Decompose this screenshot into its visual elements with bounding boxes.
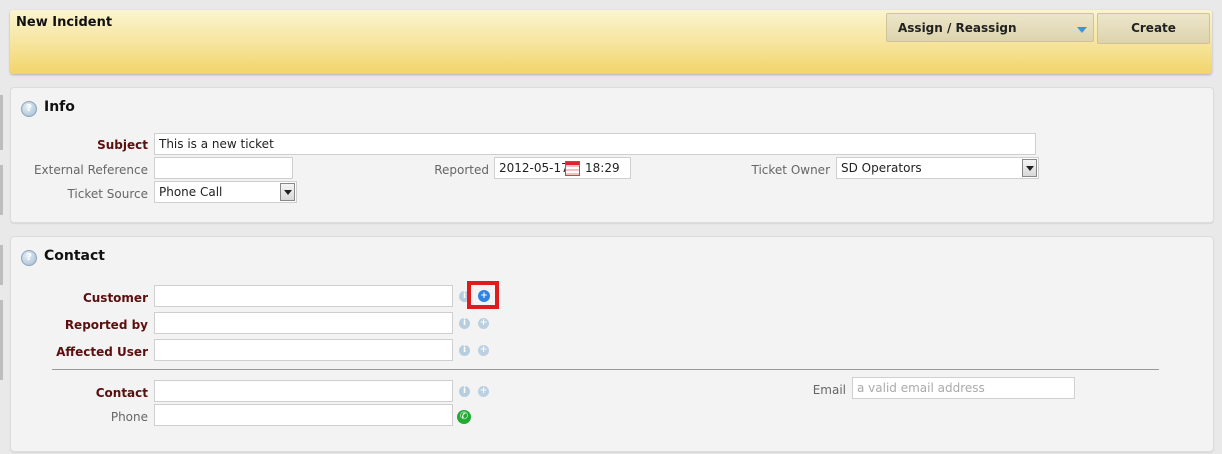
assign-reassign-button[interactable]: Assign / Reassign [886,13,1094,42]
affected-user-field[interactable] [154,339,453,361]
email-field[interactable]: a valid email address [852,377,1075,399]
dropdown-arrow-icon[interactable] [280,183,295,201]
section-title-contact: Contact [44,248,105,264]
ticket-owner-select[interactable]: SD Operators [836,157,1039,179]
ticket-source-select[interactable]: Phone Call [154,181,297,203]
add-affected-user-icon[interactable]: + [478,345,489,356]
contact-label: Contact [95,386,148,400]
left-edge-strip [0,95,3,150]
info-icon[interactable]: i [459,318,470,329]
add-reported-by-icon[interactable]: + [478,318,489,329]
help-icon[interactable]: ? [21,250,37,266]
subject-label: Subject [97,138,148,152]
customer-field[interactable] [154,285,453,307]
highlight-box [467,281,499,309]
reported-datetime-field[interactable]: 2012-05-17 18:29 [494,157,631,179]
ticket-source-value: Phone Call [159,185,223,199]
external-reference-label: External Reference [33,163,148,177]
ticket-source-label: Ticket Source [67,187,148,201]
dropdown-arrow-icon[interactable] [1022,159,1037,177]
email-label: Email [812,383,846,397]
create-button[interactable]: Create [1097,13,1210,44]
reported-time: 18:29 [585,161,620,175]
form-header: New Incident Assign / Reassign Create [10,10,1212,74]
info-icon[interactable]: i [459,386,470,397]
phone-label: Phone [110,410,148,424]
left-edge-strip [0,300,3,380]
info-icon[interactable]: i [459,345,470,356]
customer-label: Customer [82,291,148,305]
left-edge-strip [0,165,3,215]
external-reference-field[interactable] [154,157,293,179]
ticket-owner-value: SD Operators [841,161,922,175]
reported-label: Reported [434,163,489,177]
section-title-info: Info [44,99,75,115]
section-divider [52,369,1159,370]
calendar-icon[interactable] [565,161,580,176]
add-contact-icon[interactable]: + [478,386,489,397]
left-edge-strip [0,245,3,285]
reported-date: 2012-05-17 [499,161,569,175]
ticket-owner-label: Ticket Owner [751,163,831,177]
phone-icon[interactable]: ✆ [457,410,471,424]
chevron-down-icon [1077,27,1087,33]
page-title: New Incident [16,15,113,30]
subject-field[interactable]: This is a new ticket [154,133,1036,155]
phone-field[interactable] [154,404,453,426]
reported-by-field[interactable] [154,312,453,334]
help-icon[interactable]: ? [21,101,37,117]
reported-by-label: Reported by [64,318,148,332]
contact-field[interactable] [154,380,453,402]
affected-user-label: Affected User [56,345,148,359]
assign-reassign-label: Assign / Reassign [898,21,1017,35]
